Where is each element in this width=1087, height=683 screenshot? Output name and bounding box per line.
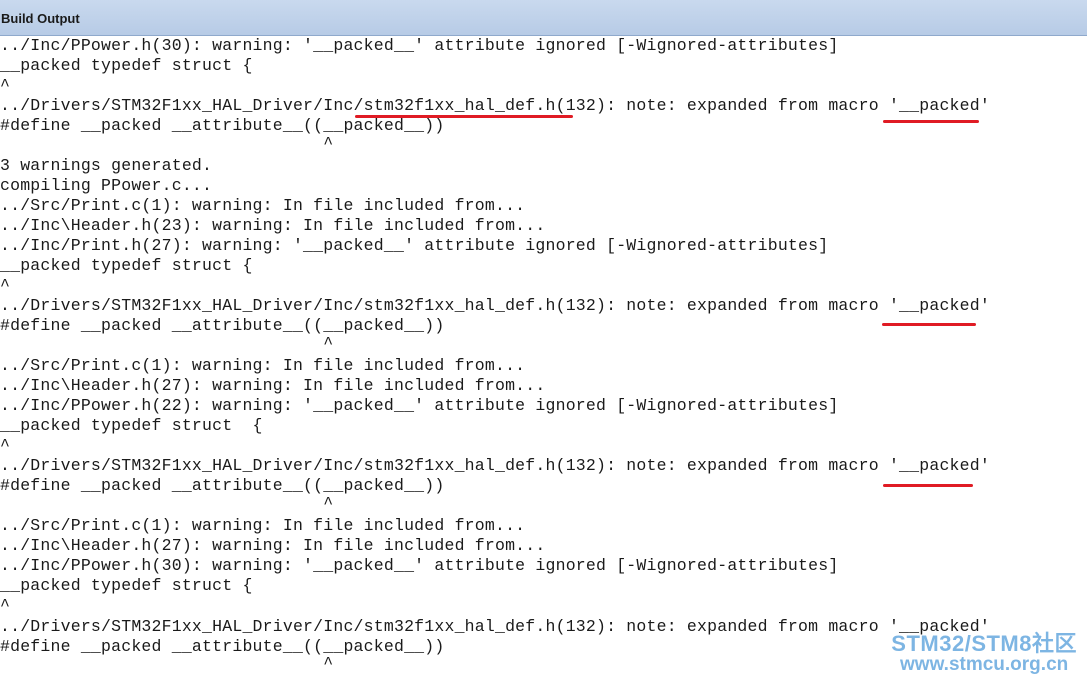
red-underline-mark (883, 120, 979, 123)
output-line: ../Inc/PPower.h(30): warning: '__packed_… (0, 556, 839, 575)
site-watermark: STM32/STM8社区 www.stmcu.org.cn (891, 632, 1077, 675)
output-line: ../Drivers/STM32F1xx_HAL_Driver/Inc/stm3… (0, 456, 990, 475)
output-line: #define __packed __attribute__((__packed… (0, 476, 445, 495)
build-output-text-area[interactable]: ../Inc/PPower.h(30): warning: '__packed_… (0, 36, 1087, 683)
build-output-window: Build Output ../Inc/PPower.h(30): warnin… (0, 0, 1087, 683)
output-line: 3 warnings generated. (0, 156, 213, 175)
output-line: ../Src/Print.c(1): warning: In file incl… (0, 356, 526, 375)
output-line: __packed typedef struct { (0, 56, 253, 75)
watermark-url: www.stmcu.org.cn (900, 654, 1069, 676)
output-line: ../Drivers/STM32F1xx_HAL_Driver/Inc/stm3… (0, 617, 990, 636)
output-line: compiling PPower.c... (0, 176, 213, 195)
red-underline-mark (883, 484, 973, 487)
output-line: ../Src/Print.c(1): warning: In file incl… (0, 196, 526, 215)
output-line: ../Inc\Header.h(23): warning: In file in… (0, 216, 546, 235)
panel-title: Build Output (1, 11, 80, 26)
output-line: ^ (0, 596, 11, 615)
red-underline-mark (355, 115, 573, 118)
output-line: __packed typedef struct { (0, 576, 253, 595)
output-line: #define __packed __attribute__((__packed… (0, 116, 445, 135)
output-line: ../Drivers/STM32F1xx_HAL_Driver/Inc/stm3… (0, 296, 990, 315)
output-line: ^ (0, 436, 11, 455)
output-line: ../Inc\Header.h(27): warning: In file in… (0, 536, 546, 555)
output-line: #define __packed __attribute__((__packed… (0, 316, 445, 335)
watermark-title: STM32/STM8社区 (891, 630, 1077, 656)
output-line: ../Drivers/STM32F1xx_HAL_Driver/Inc/stm3… (0, 96, 990, 115)
output-line: ../Inc/PPower.h(22): warning: '__packed_… (0, 396, 839, 415)
output-line: __packed typedef struct { (0, 256, 253, 275)
red-underline-mark (882, 323, 976, 326)
output-line: ^ (0, 276, 11, 295)
output-line: ../Inc/Print.h(27): warning: '__packed__… (0, 236, 829, 255)
panel-title-bar: Build Output (0, 0, 1087, 36)
output-line: ../Src/Print.c(1): warning: In file incl… (0, 516, 526, 535)
output-line: ^ (0, 654, 334, 673)
output-line: ^ (0, 76, 11, 95)
output-line: ^ (0, 494, 334, 513)
output-line: ^ (0, 134, 334, 153)
output-line: ../Inc/PPower.h(30): warning: '__packed_… (0, 36, 839, 55)
output-line: ../Inc\Header.h(27): warning: In file in… (0, 376, 546, 395)
output-line: ^ (0, 334, 334, 353)
output-line: __packed typedef struct { (0, 416, 263, 435)
